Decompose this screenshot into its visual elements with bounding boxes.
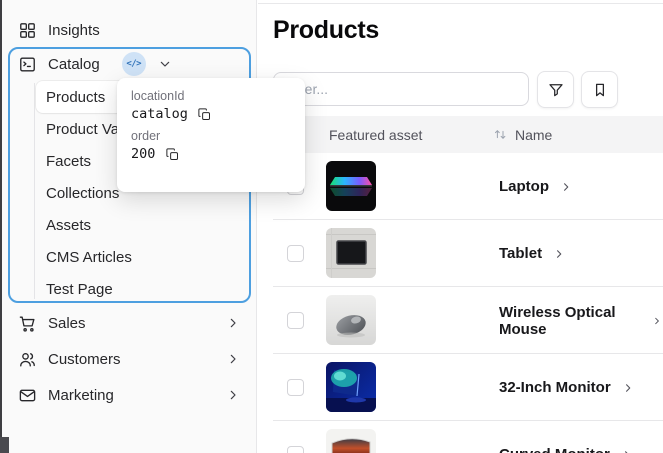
sub-item-label: Products <box>46 88 106 106</box>
users-icon <box>20 352 35 367</box>
filter-input[interactable] <box>273 72 529 106</box>
sub-item-label: Collections <box>46 184 120 202</box>
window-left-edge <box>0 0 2 453</box>
product-thumbnail-tablet <box>326 228 376 278</box>
row-checkbox[interactable] <box>287 245 304 262</box>
dev-location-tooltip: locationId catalog order 200 <box>117 78 305 192</box>
tooltip-field-value: catalog <box>131 106 188 122</box>
product-name-cell: Curved Monitor <box>499 421 634 453</box>
sidebar-item-label: Insights <box>48 21 100 39</box>
table-row[interactable]: Wireless Optical Mouse <box>273 287 663 354</box>
indent-guide-line <box>34 83 35 299</box>
chevron-right-icon <box>557 249 562 258</box>
chevron-right-icon <box>563 182 569 191</box>
mail-icon <box>19 389 36 401</box>
product-name: Wireless Optical Mouse <box>499 303 616 338</box>
table-row[interactable]: Laptop <box>273 153 663 220</box>
shopping-cart-icon <box>19 315 35 332</box>
copy-button[interactable] <box>164 146 180 162</box>
sub-item-label: Test Page <box>46 280 113 298</box>
sub-item-label: Assets <box>46 216 92 234</box>
chevron-right-icon <box>230 318 236 328</box>
chevron-right-icon <box>230 354 236 364</box>
tooltip-field-row: 200 <box>131 146 291 162</box>
sidebar-item-customers[interactable]: Customers <box>8 343 251 375</box>
chevron-down-icon[interactable] <box>157 56 173 72</box>
layout-grid-icon <box>20 22 35 38</box>
product-name-cell: Wireless Optical Mouse <box>499 287 663 354</box>
product-name-cell: Tablet <box>499 220 566 287</box>
chevron-right-icon <box>655 317 660 324</box>
row-checkbox[interactable] <box>287 446 304 453</box>
sidebar-item-cms-articles[interactable]: CMS Articles <box>36 241 241 273</box>
chevron-right-icon <box>230 390 236 400</box>
product-thumbnail-curved-monitor <box>326 429 376 453</box>
dev-mode-code-badge[interactable]: </> <box>121 52 146 76</box>
sidebar-item-label: Catalog <box>48 55 100 73</box>
sidebar-nav: Insights Catalog </> Products Product Va… <box>2 0 257 453</box>
tooltip-field-row: catalog <box>131 106 291 122</box>
sidebar-item-label: Marketing <box>48 386 114 404</box>
chevron-right-icon <box>624 450 628 453</box>
bookmark-button[interactable] <box>581 71 618 108</box>
product-thumbnail-laptop <box>326 161 376 211</box>
sidebar-item-sales[interactable]: Sales <box>8 307 251 339</box>
sidebar-item-label: Sales <box>48 314 86 332</box>
sidebar-item-test-page[interactable]: Test Page <box>36 273 241 305</box>
sidebar-item-marketing[interactable]: Marketing <box>8 379 251 411</box>
sidebar-item-insights[interactable]: Insights <box>8 14 251 46</box>
window-corner-fragment <box>0 437 9 453</box>
sub-item-label: Facets <box>46 152 92 170</box>
sidebar-item-label: Customers <box>48 350 121 368</box>
sub-item-label: CMS Articles <box>46 248 132 266</box>
main-content: Products Featured asset <box>258 0 663 453</box>
product-thumbnail-monitor <box>326 362 376 412</box>
table-toolbar <box>273 71 663 108</box>
filter-button[interactable] <box>537 71 574 108</box>
square-terminal-icon <box>20 56 35 72</box>
column-header-name: Name <box>515 126 553 143</box>
tooltip-field-value: 200 <box>131 146 156 162</box>
product-thumbnail-mouse <box>326 295 376 345</box>
table-header-row: Featured asset Name <box>273 116 663 153</box>
column-header-featured-asset: Featured asset <box>329 126 423 143</box>
admin-dashboard: Insights Catalog </> Products Product Va… <box>0 0 663 453</box>
funnel-icon <box>548 83 563 96</box>
row-checkbox[interactable] <box>287 379 304 396</box>
product-name: Laptop <box>499 178 549 195</box>
bookmark-icon <box>595 83 604 96</box>
copy-button[interactable] <box>197 106 213 122</box>
column-header-name-sort[interactable]: Name <box>493 127 552 143</box>
product-name-cell: 32-Inch Monitor <box>499 354 635 421</box>
tooltip-field-label: locationId <box>131 89 185 103</box>
table-row[interactable]: Tablet <box>273 220 663 287</box>
sidebar-item-assets[interactable]: Assets <box>36 209 241 241</box>
copy-icon <box>166 147 178 160</box>
tooltip-field-label: order <box>131 129 161 143</box>
sort-arrows-icon <box>495 130 506 139</box>
sidebar-item-catalog[interactable]: Catalog </> <box>10 49 249 79</box>
product-name: Tablet <box>499 245 543 262</box>
top-divider <box>258 3 663 4</box>
product-name: 32-Inch Monitor <box>499 379 611 396</box>
page-title: Products <box>273 16 379 44</box>
copy-icon <box>198 107 211 120</box>
table-row[interactable]: 32-Inch Monitor <box>273 354 663 421</box>
table-row[interactable]: Curved Monitor <box>273 421 663 453</box>
products-table: Featured asset Name Laptop Tablet Wirele… <box>273 116 663 453</box>
product-name-cell: Laptop <box>499 153 573 220</box>
row-checkbox[interactable] <box>287 312 304 329</box>
chevron-right-icon <box>625 383 630 392</box>
product-name: Curved Monitor <box>499 446 610 453</box>
